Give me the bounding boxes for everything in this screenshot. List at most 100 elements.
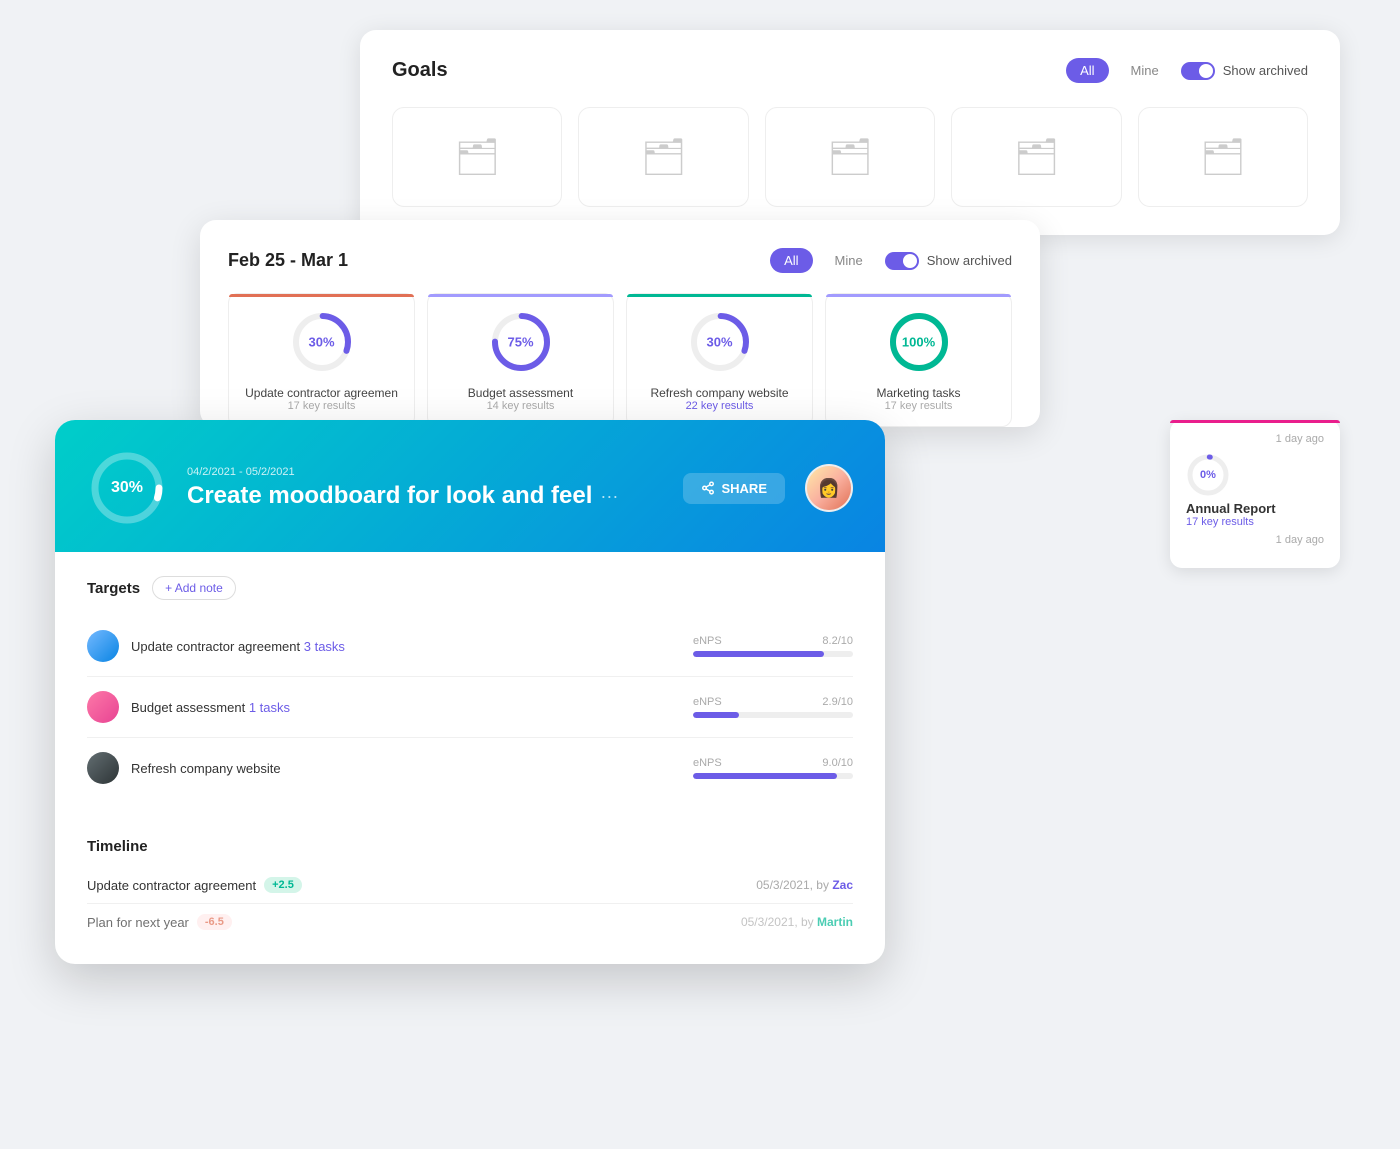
folder-card-3[interactable]: 🗂 <box>765 107 935 207</box>
right-card-annual[interactable]: 1 day ago 0% Annual Report 17 key result… <box>1170 420 1340 568</box>
right-card-name: Annual Report <box>1186 501 1324 516</box>
target-metric-area-2: eNPS 2.9/10 <box>693 696 853 718</box>
target-progress-bar-2 <box>693 712 853 718</box>
timeline-name-2: Plan for next year <box>87 915 189 930</box>
timeline-by-2: Martin <box>817 915 853 929</box>
timeline-badge-1: +2.5 <box>264 877 302 893</box>
donut-label-4: 100% <box>902 335 935 350</box>
right-card-donut: 0% <box>1186 453 1230 497</box>
goal-card-top-border-2 <box>428 294 613 297</box>
goals-header: Goals All Mine Show archived <box>392 58 1308 83</box>
timeline-right-1: 05/3/2021, by Zac <box>756 878 853 892</box>
target-progress-bar-3 <box>693 773 853 779</box>
folder-icon-5: 🗂 <box>1200 136 1246 178</box>
goal-card-sub-4: 17 key results <box>885 400 953 412</box>
target-progress-fill-1 <box>693 651 824 657</box>
goals-mine-button[interactable]: Mine <box>1117 58 1173 83</box>
weekly-title: Feb 25 - Mar 1 <box>228 250 348 271</box>
goal-card-name-3: Refresh company website <box>650 386 788 400</box>
targets-header: Targets + Add note <box>87 576 853 600</box>
goals-panel: Goals All Mine Show archived 🗂 🗂 🗂 🗂 🗂 <box>360 30 1340 235</box>
target-progress-bar-1 <box>693 651 853 657</box>
timeline-left-2: Plan for next year -6.5 <box>87 914 232 930</box>
donut-label-3: 30% <box>706 335 732 350</box>
right-card-sub: 17 key results <box>1186 516 1324 528</box>
target-link-2[interactable]: 1 tasks <box>249 700 290 715</box>
add-note-button[interactable]: + Add note <box>152 576 236 600</box>
folder-icon-3: 🗂 <box>827 136 873 178</box>
detail-body: Targets + Add note Update contractor agr… <box>55 552 885 822</box>
timeline-badge-2: -6.5 <box>197 914 232 930</box>
goal-card-top-border-1 <box>229 294 414 297</box>
donut-2: 75% <box>489 310 553 374</box>
timeline-section: Timeline Update contractor agreement +2.… <box>55 822 885 964</box>
weekly-panel: Feb 25 - Mar 1 All Mine Show archived 30… <box>200 220 1040 427</box>
timeline-row-1: Update contractor agreement +2.5 05/3/20… <box>87 867 853 904</box>
timeline-row-2: Plan for next year -6.5 05/3/2021, by Ma… <box>87 904 853 940</box>
folder-icon-2: 🗂 <box>641 136 687 178</box>
target-row-1: Update contractor agreement 3 tasks eNPS… <box>87 616 853 677</box>
detail-title-area: 04/2/2021 - 05/2/2021 Create moodboard f… <box>187 466 663 510</box>
goals-all-button[interactable]: All <box>1066 58 1108 83</box>
weekly-mine-button[interactable]: Mine <box>821 248 877 273</box>
target-metric-label-2: eNPS 2.9/10 <box>693 696 853 708</box>
donut-3: 30% <box>688 310 752 374</box>
target-metric-area-1: eNPS 8.2/10 <box>693 635 853 657</box>
goal-card-name-1: Update contractor agreemen <box>245 386 398 400</box>
goals-show-archived-label: Show archived <box>1223 63 1308 78</box>
target-name-3: Refresh company website <box>131 761 681 776</box>
detail-more-dots[interactable]: ··· <box>600 486 618 507</box>
goal-card-sub-3: 22 key results <box>686 400 754 412</box>
target-metric-label-3: eNPS 9.0/10 <box>693 757 853 769</box>
goal-card-sub-1: 17 key results <box>288 400 356 412</box>
right-card-ago: 1 day ago <box>1186 534 1324 546</box>
detail-header: 30% 04/2/2021 - 05/2/2021 Create moodboa… <box>55 420 885 552</box>
timeline-right-2: 05/3/2021, by Martin <box>741 915 853 929</box>
target-row-2: Budget assessment 1 tasks eNPS 2.9/10 <box>87 677 853 738</box>
target-avatar-3 <box>87 752 119 784</box>
weekly-filter-buttons: All Mine Show archived <box>770 248 1012 273</box>
share-label: SHARE <box>721 481 767 496</box>
target-avatar-2 <box>87 691 119 723</box>
folder-card-1[interactable]: 🗂 <box>392 107 562 207</box>
goal-card-name-2: Budget assessment <box>468 386 573 400</box>
timeline-by-1: Zac <box>832 878 853 892</box>
timeline-title: Timeline <box>87 838 853 855</box>
weekly-toggle-switch[interactable] <box>885 252 919 270</box>
goal-card-1[interactable]: 30% Update contractor agreemen 17 key re… <box>228 293 415 427</box>
target-avatar-1 <box>87 630 119 662</box>
detail-donut-label: 30% <box>111 479 143 497</box>
targets-title: Targets <box>87 580 140 597</box>
goals-show-archived-toggle[interactable]: Show archived <box>1181 62 1308 80</box>
right-card-donut-label: 0% <box>1200 469 1216 481</box>
goal-card-2[interactable]: 75% Budget assessment 14 key results <box>427 293 614 427</box>
goal-card-name-4: Marketing tasks <box>876 386 960 400</box>
detail-title: Create moodboard for look and feel <box>187 482 592 510</box>
folder-card-5[interactable]: 🗂 <box>1138 107 1308 207</box>
goal-cards-row: 30% Update contractor agreemen 17 key re… <box>228 293 1012 427</box>
goal-card-3[interactable]: 30% Refresh company website 22 key resul… <box>626 293 813 427</box>
detail-donut: 30% <box>87 448 167 528</box>
folder-card-2[interactable]: 🗂 <box>578 107 748 207</box>
weekly-show-archived-toggle[interactable]: Show archived <box>885 252 1012 270</box>
target-name-2: Budget assessment 1 tasks <box>131 700 681 715</box>
detail-date: 04/2/2021 - 05/2/2021 <box>187 466 663 478</box>
detail-panel: 30% 04/2/2021 - 05/2/2021 Create moodboa… <box>55 420 885 964</box>
target-name-1: Update contractor agreement 3 tasks <box>131 639 681 654</box>
donut-4: 100% <box>887 310 951 374</box>
goals-filter-buttons: All Mine Show archived <box>1066 58 1308 83</box>
weekly-all-button[interactable]: All <box>770 248 812 273</box>
folder-card-4[interactable]: 🗂 <box>951 107 1121 207</box>
donut-1: 30% <box>290 310 354 374</box>
target-metric-area-3: eNPS 9.0/10 <box>693 757 853 779</box>
goals-title: Goals <box>392 59 448 82</box>
timeline-name-1: Update contractor agreement <box>87 878 256 893</box>
goal-card-4[interactable]: 100% Marketing tasks 17 key results <box>825 293 1012 427</box>
goal-card-sub-2: 14 key results <box>487 400 555 412</box>
folder-icon-4: 🗂 <box>1014 136 1060 178</box>
goals-toggle-switch[interactable] <box>1181 62 1215 80</box>
right-card-meta: 1 day ago <box>1186 433 1324 445</box>
donut-label-2: 75% <box>507 335 533 350</box>
target-link-1[interactable]: 3 tasks <box>304 639 345 654</box>
share-button[interactable]: SHARE <box>683 473 785 504</box>
